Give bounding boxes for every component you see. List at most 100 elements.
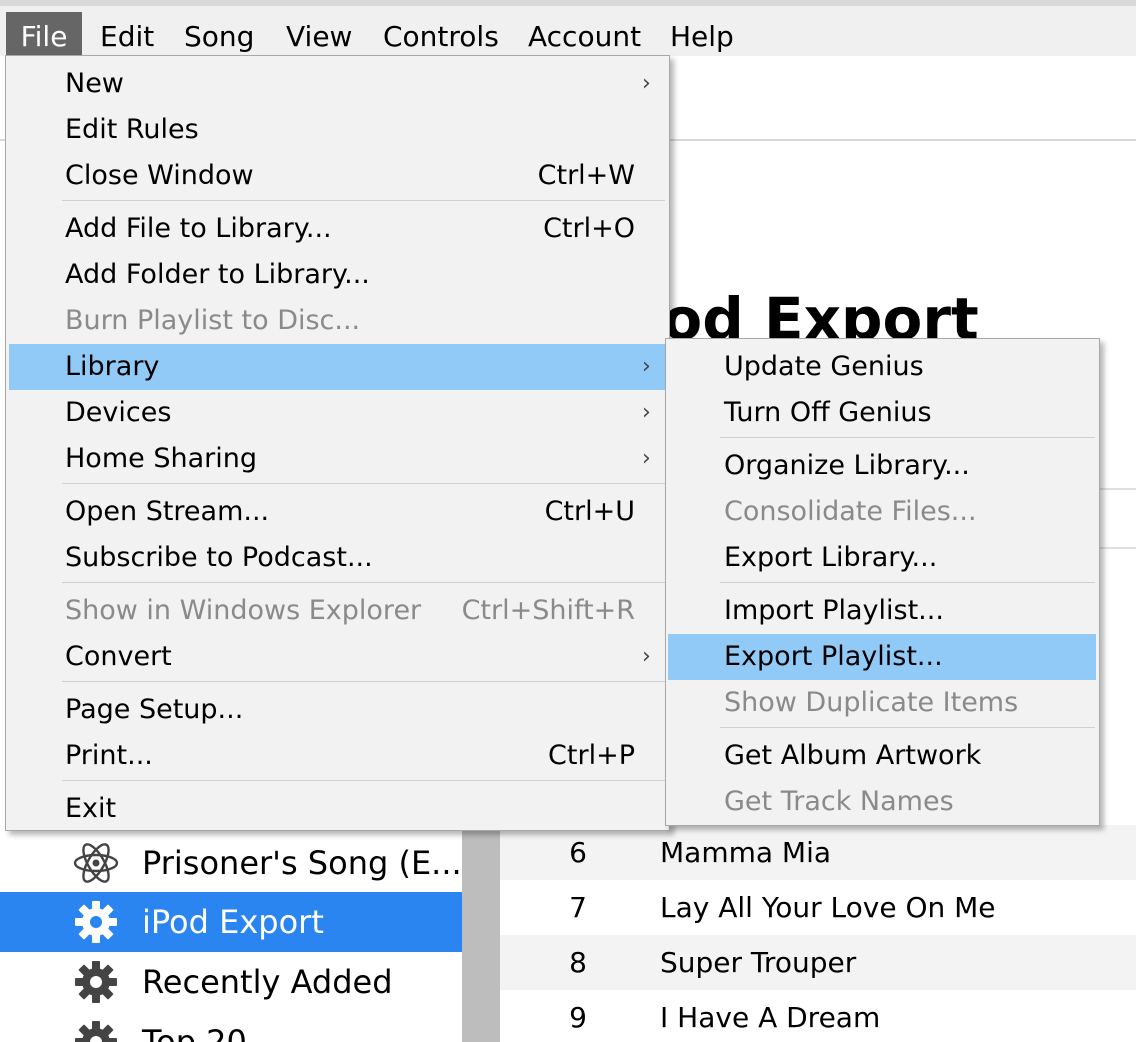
menu-item-label: Turn Off Genius: [724, 397, 932, 428]
track-name: I Have A Dream: [660, 1001, 881, 1034]
menu-item-label: Page Setup...: [65, 694, 244, 725]
sidebar-item-label: Top 20: [142, 1023, 247, 1042]
table-row[interactable]: 8 Super Trouper: [500, 935, 1136, 990]
menu-item-shortcut: Ctrl+O: [543, 213, 635, 244]
smart-playlist-gear-icon: [75, 961, 117, 1003]
menu-item-label: Consolidate Files...: [724, 496, 977, 527]
menu-item-label: Organize Library...: [724, 450, 970, 481]
menu-separator: [720, 727, 1095, 728]
menu-item-consolidate-files: Consolidate Files...: [666, 489, 1099, 535]
menu-item-turn-off-genius[interactable]: Turn Off Genius: [666, 390, 1099, 436]
sidebar-scrollbar[interactable]: [462, 830, 500, 1042]
menu-item-devices[interactable]: Devices ›: [6, 390, 669, 436]
menu-item-print[interactable]: Print... Ctrl+P: [6, 733, 669, 779]
sidebar-item-label: Prisoner's Song (E...: [142, 844, 462, 882]
menu-item-exit[interactable]: Exit: [6, 786, 669, 832]
track-number: 6: [569, 836, 587, 869]
menu-separator: [720, 437, 1095, 438]
menu-item-shortcut: Ctrl+P: [548, 740, 635, 771]
menu-item-get-track-names: Get Track Names: [666, 779, 1099, 825]
menu-separator: [62, 483, 665, 484]
smart-playlist-gear-icon: [75, 1021, 117, 1042]
track-name: Super Trouper: [660, 946, 857, 979]
track-name: Mamma Mia: [660, 836, 832, 869]
menu-item-shortcut: Ctrl+Shift+R: [461, 595, 635, 626]
track-number: 9: [569, 1001, 587, 1034]
smart-playlist-gear-icon: [75, 901, 117, 943]
menu-item-label: New: [65, 68, 124, 99]
menu-item-home-sharing[interactable]: Home Sharing ›: [6, 436, 669, 482]
menu-item-show-duplicates: Show Duplicate Items: [666, 680, 1099, 726]
menu-item-library[interactable]: Library ›: [9, 344, 666, 390]
menu-item-import-playlist[interactable]: Import Playlist...: [666, 588, 1099, 634]
submenu-arrow-icon: ›: [642, 354, 651, 379]
table-row[interactable]: 9 I Have A Dream: [500, 990, 1136, 1042]
menu-item-subscribe-podcast[interactable]: Subscribe to Podcast...: [6, 535, 669, 581]
track-list: 6 Mamma Mia 7 Lay All Your Love On Me 8 …: [500, 825, 1136, 1042]
menu-item-label: Burn Playlist to Disc...: [65, 305, 361, 336]
file-menu-dropdown: New › Edit Rules Close Window Ctrl+W Add…: [5, 55, 670, 831]
menu-item-label: Add Folder to Library...: [65, 259, 370, 290]
sidebar-item-recently-added[interactable]: Recently Added: [0, 952, 462, 1012]
table-row[interactable]: 7 Lay All Your Love On Me: [500, 880, 1136, 935]
menu-item-update-genius[interactable]: Update Genius: [666, 344, 1099, 390]
menu-item-shortcut: Ctrl+W: [537, 160, 635, 191]
menu-item-convert[interactable]: Convert ›: [6, 634, 669, 680]
sidebar-item-top-20[interactable]: Top 20: [0, 1012, 462, 1042]
sidebar-item-label: Recently Added: [142, 963, 393, 1001]
menu-item-label: Add File to Library...: [65, 213, 332, 244]
menu-item-label: Home Sharing: [65, 443, 257, 474]
menu-item-add-file[interactable]: Add File to Library... Ctrl+O: [6, 206, 669, 252]
submenu-arrow-icon: ›: [642, 446, 651, 471]
menu-item-label: Export Library...: [724, 542, 938, 573]
menu-separator: [62, 200, 665, 201]
menu-item-organize-library[interactable]: Organize Library...: [666, 443, 1099, 489]
menu-separator: [62, 582, 665, 583]
menu-item-label: Library: [65, 351, 160, 382]
track-name: Lay All Your Love On Me: [660, 891, 996, 924]
menu-item-label: Export Playlist...: [724, 641, 943, 672]
menu-item-page-setup[interactable]: Page Setup...: [6, 687, 669, 733]
menu-separator: [720, 582, 1095, 583]
genius-atom-icon: [73, 843, 119, 883]
menu-item-shortcut: Ctrl+U: [544, 496, 635, 527]
menu-item-new[interactable]: New ›: [6, 61, 669, 107]
menu-item-show-in-explorer: Show in Windows Explorer Ctrl+Shift+R: [6, 588, 669, 634]
track-number: 7: [569, 891, 587, 924]
submenu-arrow-icon: ›: [642, 644, 651, 669]
menu-item-label: Devices: [65, 397, 172, 428]
menu-item-label: Show Duplicate Items: [724, 687, 1019, 718]
menu-separator: [62, 681, 665, 682]
menu-item-label: Print...: [65, 740, 153, 771]
menu-item-label: Open Stream...: [65, 496, 270, 527]
menu-item-label: Get Track Names: [724, 786, 954, 817]
menu-item-edit-rules[interactable]: Edit Rules: [6, 107, 669, 153]
menu-item-label: Subscribe to Podcast...: [65, 542, 373, 573]
sidebar: Prisoner's Song (E... iPod Export Recent…: [0, 830, 462, 1042]
menu-item-label: Show in Windows Explorer: [65, 595, 422, 626]
menu-bar: File Edit Song View Controls Account Hel…: [0, 0, 1136, 62]
menu-item-label: Update Genius: [724, 351, 924, 382]
menu-item-burn-playlist: Burn Playlist to Disc...: [6, 298, 669, 344]
menu-item-add-folder[interactable]: Add Folder to Library...: [6, 252, 669, 298]
track-number: 8: [569, 946, 587, 979]
menu-item-open-stream[interactable]: Open Stream... Ctrl+U: [6, 489, 669, 535]
menu-item-export-playlist[interactable]: Export Playlist...: [668, 634, 1096, 680]
table-row[interactable]: 6 Mamma Mia: [500, 825, 1136, 880]
menu-item-label: Get Album Artwork: [724, 740, 982, 771]
menu-help[interactable]: Help: [670, 12, 734, 62]
menu-item-label: Import Playlist...: [724, 595, 944, 626]
menu-item-export-library[interactable]: Export Library...: [666, 535, 1099, 581]
menu-item-get-album-artwork[interactable]: Get Album Artwork: [666, 733, 1099, 779]
menu-item-label: Convert: [65, 641, 172, 672]
library-submenu: Update Genius Turn Off Genius Organize L…: [665, 338, 1100, 826]
menu-item-label: Exit: [65, 793, 117, 824]
sidebar-item-ipod-export[interactable]: iPod Export: [0, 892, 462, 952]
sidebar-item-label: iPod Export: [142, 903, 324, 941]
submenu-arrow-icon: ›: [642, 400, 651, 425]
menu-item-close-window[interactable]: Close Window Ctrl+W: [6, 153, 669, 199]
menu-item-label: Close Window: [65, 160, 254, 191]
menu-item-label: Edit Rules: [65, 114, 199, 145]
sidebar-item-genius-playlist[interactable]: Prisoner's Song (E...: [0, 833, 462, 893]
submenu-arrow-icon: ›: [642, 71, 651, 96]
